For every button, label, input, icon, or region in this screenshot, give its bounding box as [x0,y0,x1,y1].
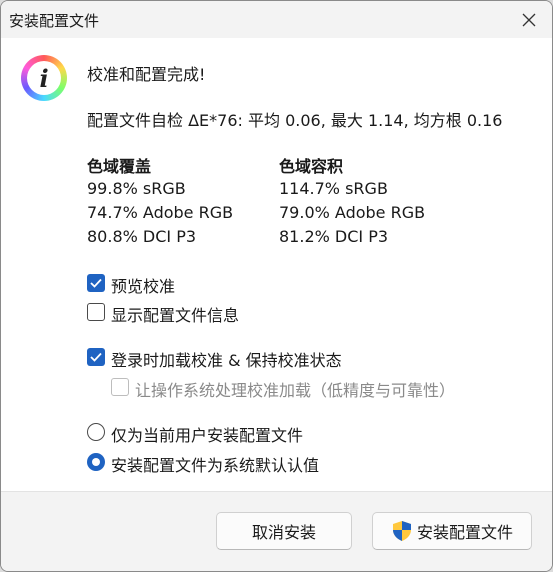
uac-shield-icon [392,521,411,541]
gamut-volume-dci-p3: 81.2% DCI P3 [279,227,389,246]
close-button[interactable] [516,7,542,33]
gamut-coverage-adobe-rgb: 74.7% Adobe RGB [87,203,234,222]
os-calibration-loading-checkbox [111,378,129,396]
install-current-user-label[interactable]: 仅为当前用户安装配置文件 [111,422,303,446]
close-icon [522,13,536,27]
install-profile-dialog: 安装配置文件 i 校准和配置完成! 配置文件自检 ΔE*76: 平均 0.06,… [0,0,553,572]
show-profile-info-checkbox[interactable] [87,303,105,321]
install-profile-button[interactable]: 安装配置文件 [372,512,532,550]
info-icon: i [21,55,67,101]
gamut-coverage-srgb: 99.8% sRGB [87,179,186,198]
gamut-coverage-dci-p3: 80.8% DCI P3 [87,227,197,246]
title-bar: 安装配置文件 [1,1,552,38]
preview-calibration-label[interactable]: 预览校准 [111,273,175,297]
gamut-volume-label: 色域容积 [279,157,344,176]
completion-heading: 校准和配置完成! [87,65,206,84]
checkmark-icon [90,278,102,288]
window-title: 安装配置文件 [9,12,100,30]
preview-calibration-checkbox[interactable] [87,274,105,292]
install-profile-label: 安装配置文件 [416,523,513,542]
checkmark-icon [90,352,102,362]
cancel-install-button[interactable]: 取消安装 [216,512,352,550]
load-on-login-label[interactable]: 登录时加载校准 & 保持校准状态 [111,347,342,371]
show-profile-info-label[interactable]: 显示配置文件信息 [111,302,239,326]
install-system-default-radio[interactable] [87,453,105,471]
self-check-text: 配置文件自检 ΔE*76: 平均 0.06, 最大 1.14, 均方根 0.16 [87,111,503,130]
install-system-default-label[interactable]: 安装配置文件为系统默认认值 [111,452,319,476]
os-calibration-loading-label: 让操作系统处理校准加载（低精度与可靠性） [135,381,456,400]
gamut-coverage-label: 色域覆盖 [87,157,152,176]
load-on-login-checkbox[interactable] [87,348,105,366]
install-current-user-radio[interactable] [87,423,105,441]
gamut-volume-srgb: 114.7% sRGB [279,179,388,198]
gamut-volume-adobe-rgb: 79.0% Adobe RGB [279,203,426,222]
cancel-install-label: 取消安装 [251,523,316,542]
